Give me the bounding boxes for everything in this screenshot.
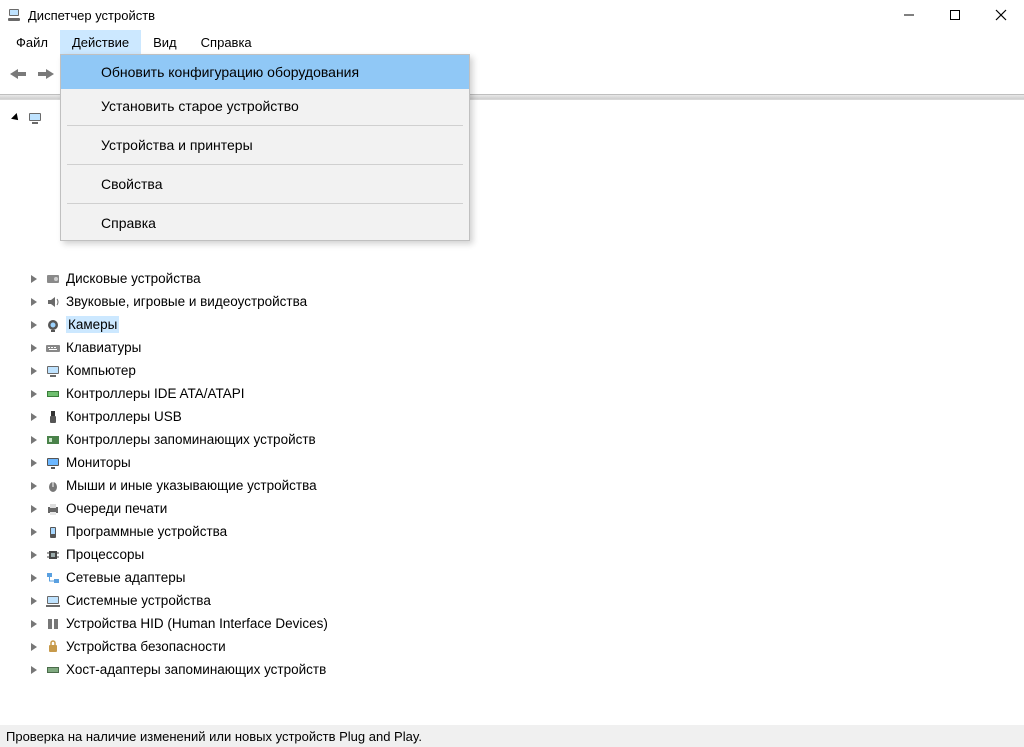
security-icon xyxy=(44,638,62,656)
menubar: Файл Действие Вид Справка xyxy=(0,30,1024,54)
expander-icon[interactable] xyxy=(28,595,40,607)
expander-icon[interactable] xyxy=(28,480,40,492)
menu-file[interactable]: Файл xyxy=(4,30,60,54)
keyboard-icon xyxy=(44,339,62,357)
expander-icon[interactable] xyxy=(28,572,40,584)
expander-icon[interactable] xyxy=(28,457,40,469)
expander-icon[interactable] xyxy=(28,273,40,285)
tree-label: Контроллеры IDE ATA/ATAPI xyxy=(66,386,244,401)
expander-icon[interactable] xyxy=(8,109,25,126)
close-button[interactable] xyxy=(978,0,1024,30)
menu-item-help[interactable]: Справка xyxy=(61,206,469,240)
tree-category-disk-drives[interactable]: Дисковые устройства xyxy=(26,267,1020,290)
pc-icon xyxy=(44,362,62,380)
menu-separator xyxy=(67,203,463,204)
tree-label: Программные устройства xyxy=(66,524,227,539)
tree-label: Сетевые адаптеры xyxy=(66,570,185,585)
system-icon xyxy=(44,592,62,610)
menu-action[interactable]: Действие xyxy=(60,30,141,54)
tree-label: Процессоры xyxy=(66,547,144,562)
menu-item-properties[interactable]: Свойства xyxy=(61,167,469,201)
tree-label: Звуковые, игровые и видеоустройства xyxy=(66,294,307,309)
forward-button[interactable] xyxy=(34,62,58,86)
expander-icon[interactable] xyxy=(28,365,40,377)
tree-category-network-adapters[interactable]: Сетевые адаптеры xyxy=(26,566,1020,589)
tree-category-hid[interactable]: Устройства HID (Human Interface Devices) xyxy=(26,612,1020,635)
tree-category-monitors[interactable]: Мониторы xyxy=(26,451,1020,474)
back-button[interactable] xyxy=(6,62,30,86)
expander-icon[interactable] xyxy=(28,388,40,400)
tree-label: Контроллеры USB xyxy=(66,409,182,424)
menu-item-add-legacy[interactable]: Установить старое устройство xyxy=(61,89,469,123)
maximize-button[interactable] xyxy=(932,0,978,30)
speaker-icon xyxy=(44,293,62,311)
expander-icon[interactable] xyxy=(28,526,40,538)
tree-label: Хост-адаптеры запоминающих устройств xyxy=(66,662,326,677)
tree-label: Устройства безопасности xyxy=(66,639,226,654)
tree-label: Системные устройства xyxy=(66,593,211,608)
menu-separator xyxy=(67,125,463,126)
tree-category-system-devices[interactable]: Системные устройства xyxy=(26,589,1020,612)
expander-icon[interactable] xyxy=(28,296,40,308)
tree-category-mice[interactable]: Мыши и иные указывающие устройства xyxy=(26,474,1020,497)
tree-label: Устройства HID (Human Interface Devices) xyxy=(66,616,328,631)
usb-icon xyxy=(44,408,62,426)
tree-category-ide[interactable]: Контроллеры IDE ATA/ATAPI xyxy=(26,382,1020,405)
window-controls xyxy=(886,0,1024,30)
menu-item-devices-printers[interactable]: Устройства и принтеры xyxy=(61,128,469,162)
minimize-button[interactable] xyxy=(886,0,932,30)
computer-icon xyxy=(26,109,44,127)
expander-icon[interactable] xyxy=(28,618,40,630)
action-dropdown: Обновить конфигурацию оборудования Устан… xyxy=(60,54,470,241)
tree-label: Компьютер xyxy=(66,363,136,378)
tree-label: Клавиатуры xyxy=(66,340,141,355)
tree-category-usb[interactable]: Контроллеры USB xyxy=(26,405,1020,428)
expander-icon[interactable] xyxy=(28,411,40,423)
ide-icon xyxy=(44,385,62,403)
tree-category-sound[interactable]: Звуковые, игровые и видеоустройства xyxy=(26,290,1020,313)
tree-category-print-queues[interactable]: Очереди печати xyxy=(26,497,1020,520)
tree-category-software-devices[interactable]: Программные устройства xyxy=(26,520,1020,543)
expander-icon[interactable] xyxy=(28,549,40,561)
menu-item-scan-hardware[interactable]: Обновить конфигурацию оборудования xyxy=(61,55,469,89)
tree-category-storage-controllers[interactable]: Контроллеры запоминающих устройств xyxy=(26,428,1020,451)
mouse-icon xyxy=(44,477,62,495)
hid-icon xyxy=(44,615,62,633)
expander-icon[interactable] xyxy=(28,664,40,676)
tree-category-cameras[interactable]: Камеры xyxy=(26,313,1020,336)
statusbar: Проверка на наличие изменений или новых … xyxy=(0,725,1024,747)
monitor-icon xyxy=(44,454,62,472)
window-titlebar: Диспетчер устройств xyxy=(0,0,1024,30)
storage-ctrl-icon xyxy=(44,431,62,449)
expander-icon[interactable] xyxy=(28,641,40,653)
printer-icon xyxy=(44,500,62,518)
status-text: Проверка на наличие изменений или новых … xyxy=(6,729,422,744)
cpu-icon xyxy=(44,546,62,564)
tree-label: Камеры xyxy=(66,316,119,333)
menu-help[interactable]: Справка xyxy=(189,30,264,54)
expander-icon[interactable] xyxy=(28,434,40,446)
software-icon xyxy=(44,523,62,541)
host-adapter-icon xyxy=(44,661,62,679)
menu-separator xyxy=(67,164,463,165)
tree-label: Мыши и иные указывающие устройства xyxy=(66,478,317,493)
camera-icon xyxy=(44,316,62,334)
disk-icon xyxy=(44,270,62,288)
tree-category-storage-host-adapters[interactable]: Хост-адаптеры запоминающих устройств xyxy=(26,658,1020,681)
expander-icon[interactable] xyxy=(28,342,40,354)
tree-category-computer[interactable]: Компьютер xyxy=(26,359,1020,382)
tree-label: Мониторы xyxy=(66,455,131,470)
network-icon xyxy=(44,569,62,587)
tree-label: Контроллеры запоминающих устройств xyxy=(66,432,316,447)
expander-icon[interactable] xyxy=(28,503,40,515)
menu-view[interactable]: Вид xyxy=(141,30,189,54)
window-title: Диспетчер устройств xyxy=(28,8,155,23)
tree-category-keyboards[interactable]: Клавиатуры xyxy=(26,336,1020,359)
expander-icon[interactable] xyxy=(28,319,40,331)
tree-label: Очереди печати xyxy=(66,501,167,516)
app-icon xyxy=(6,7,22,23)
tree-category-processors[interactable]: Процессоры xyxy=(26,543,1020,566)
tree-category-security-devices[interactable]: Устройства безопасности xyxy=(26,635,1020,658)
tree-label: Дисковые устройства xyxy=(66,271,201,286)
